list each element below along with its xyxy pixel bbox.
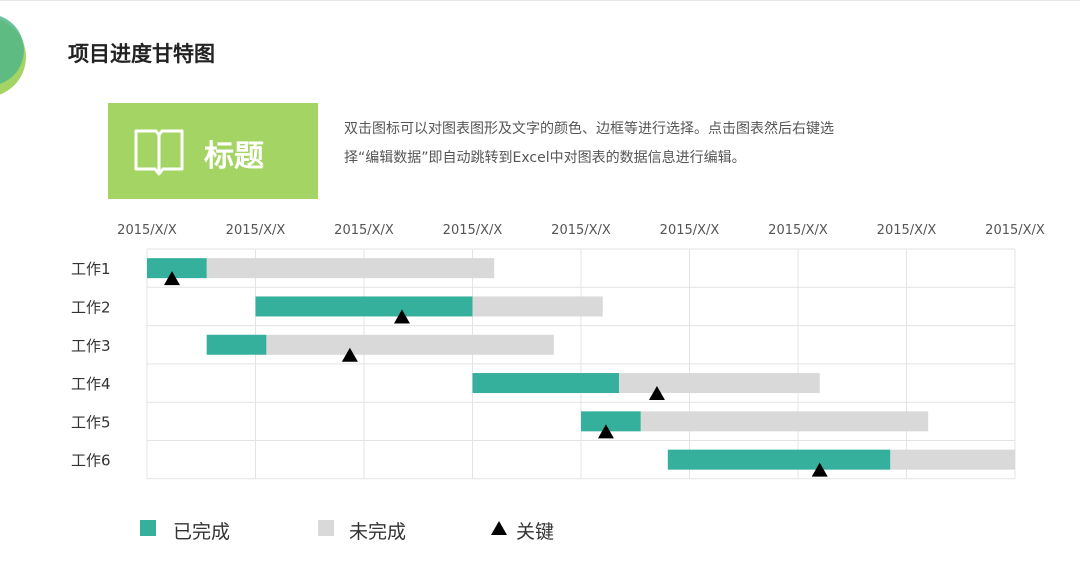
decorative-circles-icon <box>0 16 26 95</box>
legend-label-todo: 未完成 <box>349 521 407 543</box>
title-box-label: 标题 <box>204 139 264 174</box>
row-label: 工作4 <box>71 375 111 393</box>
x-tick-label: 2015/X/X <box>877 223 937 238</box>
bar-remaining <box>472 296 603 317</box>
x-tick-label: 2015/X/X <box>660 223 720 238</box>
row-label: 工作2 <box>71 298 111 316</box>
bar-done <box>667 449 891 470</box>
row-label: 工作6 <box>71 452 111 470</box>
row-label: 工作1 <box>71 260 111 278</box>
page-title: 项目进度甘特图 <box>68 42 215 66</box>
bar-remaining <box>890 449 1015 470</box>
x-tick-label: 2015/X/X <box>117 223 177 238</box>
gantt-chart[interactable]: 2015/X/X 2015/X/X 2015/X/X 2015/X/X 2015/X/X… <box>0 205 1080 495</box>
bar-remaining <box>618 373 820 394</box>
x-tick-label: 2015/X/X <box>551 223 611 238</box>
description-line-2: 择“编辑数据”即自动跳转到Excel中对图表的数据信息进行编辑。 <box>344 150 746 166</box>
x-tick-label: 2015/X/X <box>443 223 503 238</box>
bar-done <box>147 258 207 279</box>
bar-done <box>472 373 619 394</box>
row-label: 工作5 <box>71 413 111 431</box>
x-tick-label: 2015/X/X <box>768 223 828 238</box>
row-label: 工作3 <box>71 337 111 355</box>
title-box[interactable]: 标题 <box>108 103 318 199</box>
bar-done <box>206 334 267 355</box>
legend-label-milestone: 关键 <box>516 521 555 543</box>
bar-remaining <box>266 334 554 355</box>
legend-swatch-done <box>140 520 156 536</box>
description-line-1: 双击图标可以对图表图形及文字的颜色、边框等进行选择。点击图表然后右键选 <box>344 121 834 137</box>
open-book-icon <box>134 129 184 176</box>
triangle-icon <box>491 521 507 535</box>
legend-swatch-todo <box>318 520 334 536</box>
x-tick-label: 2015/X/X <box>985 223 1045 238</box>
x-tick-label: 2015/X/X <box>334 223 394 238</box>
bar-remaining <box>206 258 495 279</box>
x-tick-label: 2015/X/X <box>226 223 286 238</box>
top-rule <box>0 0 1080 1</box>
legend-label-done: 已完成 <box>173 521 231 543</box>
bar-done <box>581 411 641 432</box>
bar-remaining <box>640 411 929 432</box>
bar-done <box>255 296 473 317</box>
